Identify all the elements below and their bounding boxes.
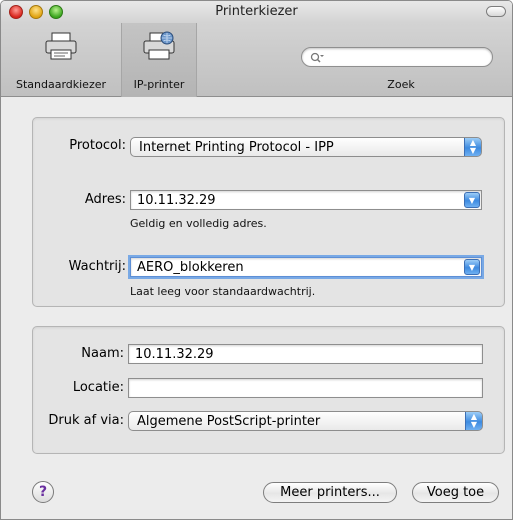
queue-combo[interactable]: ▼ <box>130 257 482 277</box>
toolbar-item-label: IP-printer <box>133 78 185 91</box>
help-button[interactable]: ? <box>32 481 54 503</box>
queue-input[interactable] <box>137 259 457 275</box>
toolbar-item-search: Zoek <box>301 23 501 97</box>
print-using-popup[interactable]: Algemene PostScript-printer ▲ ▼ <box>128 411 483 431</box>
toolbar-toggle-button[interactable] <box>486 6 506 17</box>
add-button[interactable]: Voeg toe <box>412 482 499 503</box>
toolbar-item-ip-printer[interactable]: IP-printer <box>121 23 197 97</box>
window-title: Printerkiezer <box>215 4 298 19</box>
printer-details-group: Naam: Locatie: Druk af via: Algemene Pos… <box>32 326 505 454</box>
protocol-label: Protocol: <box>69 138 126 153</box>
toolbar-item-label: Standaardkiezer <box>15 78 107 91</box>
printer-icon <box>45 32 77 60</box>
protocol-value: Internet Printing Protocol - IPP <box>139 140 334 155</box>
queue-label: Wachtrij: <box>68 259 126 274</box>
print-using-label: Druk af via: <box>48 413 124 428</box>
title-bar: Printerkiezer <box>1 1 512 23</box>
address-combo[interactable]: ▼ <box>130 190 482 210</box>
connection-group: Protocol: Internet Printing Protocol - I… <box>32 117 505 307</box>
address-hint: Geldig en volledig adres. <box>130 217 267 230</box>
location-label: Locatie: <box>72 380 124 395</box>
search-input[interactable] <box>326 50 486 64</box>
more-printers-button[interactable]: Meer printers... <box>263 482 397 503</box>
search-label: Zoek <box>387 78 415 91</box>
network-printer-icon <box>143 31 175 60</box>
chevron-down-icon[interactable]: ▼ <box>464 259 480 275</box>
name-label: Naam: <box>81 346 124 361</box>
toolbar-item-default-browser[interactable]: Standaardkiezer <box>1 23 121 97</box>
location-input[interactable] <box>135 380 475 396</box>
queue-hint: Laat leeg voor standaardwachtrij. <box>130 285 316 298</box>
address-input[interactable] <box>137 192 457 208</box>
popup-arrows-icon: ▲ ▼ <box>464 138 481 156</box>
search-icon <box>310 52 324 63</box>
printer-browser-window: Printerkiezer Standaardkiezer IP-printer <box>0 0 513 520</box>
protocol-popup[interactable]: Internet Printing Protocol - IPP ▲ ▼ <box>130 137 482 157</box>
toolbar: Standaardkiezer IP-printer Zoek <box>1 23 512 97</box>
print-using-value: Algemene PostScript-printer <box>137 414 321 429</box>
location-field[interactable] <box>128 378 483 398</box>
popup-arrows-icon: ▲ ▼ <box>465 412 482 430</box>
search-field[interactable] <box>301 47 493 67</box>
name-input[interactable] <box>135 346 475 362</box>
address-label: Adres: <box>84 192 126 207</box>
chevron-down-icon[interactable]: ▼ <box>464 192 480 208</box>
name-field[interactable] <box>128 344 483 364</box>
